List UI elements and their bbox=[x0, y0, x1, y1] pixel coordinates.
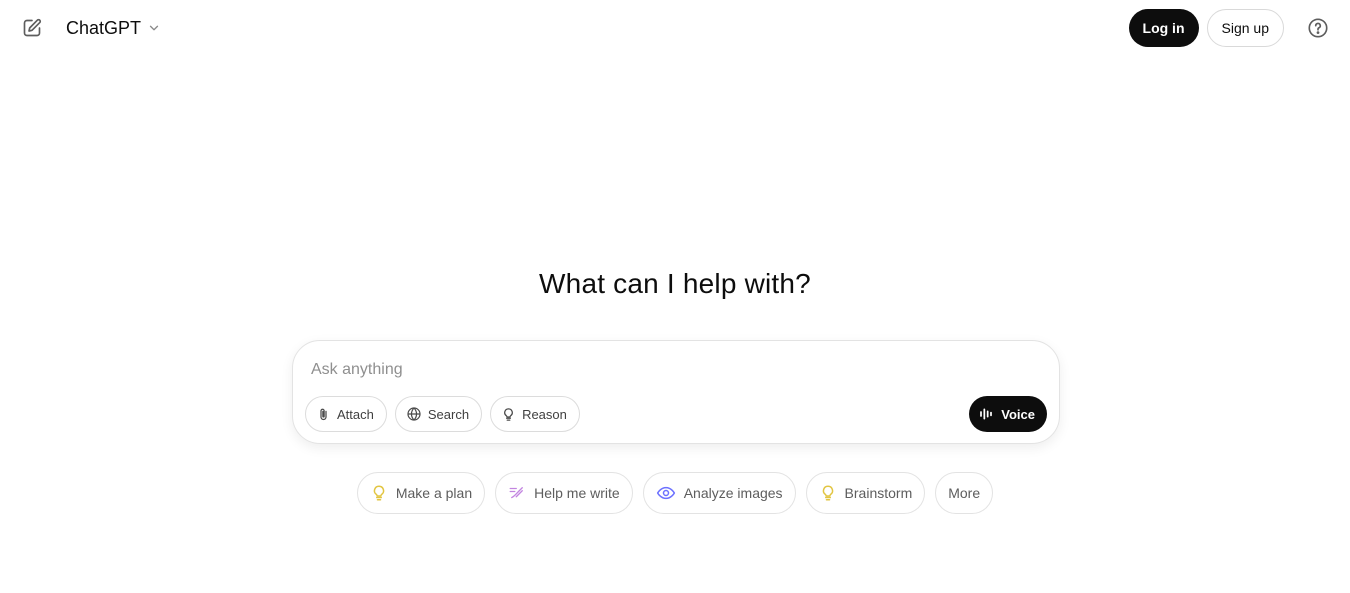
header-right: Log in Sign up bbox=[1128, 9, 1334, 47]
eye-icon bbox=[656, 483, 676, 503]
suggestion-help-me-write[interactable]: Help me write bbox=[495, 472, 633, 514]
help-button[interactable] bbox=[1302, 12, 1334, 44]
suggestion-label: Analyze images bbox=[683, 485, 783, 501]
reason-button[interactable]: Reason bbox=[490, 396, 580, 432]
lightbulb-icon bbox=[370, 484, 388, 502]
signup-button[interactable]: Sign up bbox=[1206, 9, 1284, 47]
chatgpt-home: ChatGPT Log in Sign up What can I help w… bbox=[0, 0, 1350, 593]
chevron-down-icon bbox=[147, 21, 161, 35]
new-chat-icon bbox=[22, 18, 42, 38]
voice-button[interactable]: Voice bbox=[969, 396, 1047, 432]
suggestion-label: Help me write bbox=[534, 485, 620, 501]
globe-icon bbox=[406, 406, 422, 422]
header-left: ChatGPT bbox=[16, 12, 165, 45]
help-icon bbox=[1307, 17, 1329, 39]
suggestion-label: More bbox=[948, 485, 981, 501]
suggestion-brainstorm[interactable]: Brainstorm bbox=[805, 472, 926, 514]
composer-tools: Attach Search Reason bbox=[305, 396, 580, 432]
attach-button[interactable]: Attach bbox=[305, 396, 387, 432]
suggestion-analyze-images[interactable]: Analyze images bbox=[642, 472, 796, 514]
login-button[interactable]: Log in bbox=[1128, 9, 1199, 47]
lightbulb-icon bbox=[501, 407, 516, 422]
paperclip-icon bbox=[316, 407, 331, 422]
search-label: Search bbox=[427, 406, 470, 422]
suggestion-label: Brainstorm bbox=[844, 485, 913, 501]
waveform-icon bbox=[979, 406, 995, 422]
suggestion-more[interactable]: More bbox=[935, 472, 994, 514]
model-switcher[interactable]: ChatGPT bbox=[62, 12, 165, 45]
top-bar: ChatGPT Log in Sign up bbox=[0, 0, 1350, 56]
suggestion-label: Make a plan bbox=[395, 485, 473, 501]
suggestion-make-a-plan[interactable]: Make a plan bbox=[356, 472, 486, 514]
voice-label: Voice bbox=[1001, 406, 1035, 422]
composer: Attach Search bbox=[292, 340, 1060, 444]
pen-icon bbox=[508, 484, 526, 502]
attach-label: Attach bbox=[337, 406, 374, 422]
suggestion-chips: Make a plan Help me write Analyze images bbox=[0, 472, 1350, 514]
page-title: What can I help with? bbox=[539, 268, 811, 299]
lightbulb-icon bbox=[819, 484, 837, 502]
search-button[interactable]: Search bbox=[394, 396, 483, 432]
reason-label: Reason bbox=[522, 406, 567, 422]
prompt-input[interactable] bbox=[311, 357, 1011, 383]
new-chat-button[interactable] bbox=[16, 12, 48, 44]
model-name: ChatGPT bbox=[66, 17, 142, 38]
